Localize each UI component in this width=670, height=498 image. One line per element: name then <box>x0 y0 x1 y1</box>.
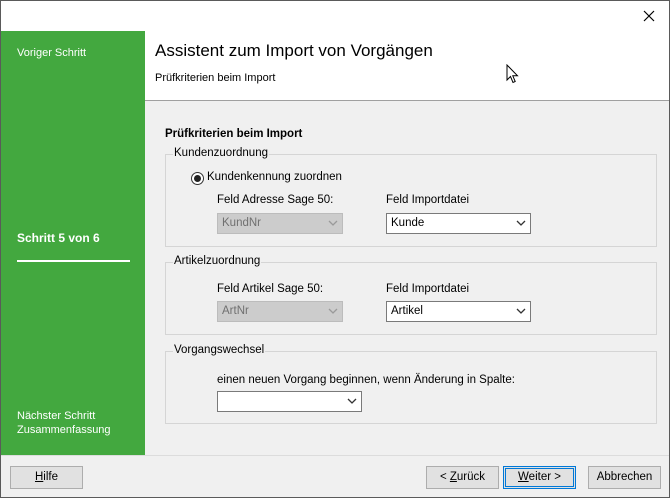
page-title: Assistent zum Import von Vorgängen <box>155 41 433 60</box>
next-accel: W <box>518 471 529 483</box>
chevron-down-icon <box>516 308 526 314</box>
transaction-change-group: Vorgangswechsel einen neuen Vorgang begi… <box>165 344 657 424</box>
customer-group-label: Kundenzuordnung <box>173 147 269 159</box>
article-import-field-value: Artikel <box>391 305 423 317</box>
page-subtitle: Prüfkriterien beim Import <box>155 72 276 84</box>
customer-id-radio[interactable] <box>191 172 204 185</box>
chevron-down-icon <box>516 220 526 226</box>
article-import-field-label: Feld Importdatei <box>386 283 470 295</box>
step-indicator: Schritt 5 von 6 <box>17 231 100 245</box>
change-column-description: einen neuen Vorgang beginnen, wenn Änder… <box>217 374 515 386</box>
back-prefix: < <box>439 471 450 483</box>
section-title: Prüfkriterien beim Import <box>165 128 303 140</box>
wizard-sidebar: Voriger Schritt Schritt 5 von 6 Nächster… <box>1 31 145 455</box>
mouse-cursor-icon <box>506 64 519 84</box>
article-sage-field-label: Feld Artikel Sage 50: <box>217 283 324 295</box>
customer-sage-field-select: KundNr <box>217 213 343 234</box>
customer-import-field-label: Feld Importdatei <box>386 194 470 206</box>
customer-id-radio-label[interactable]: Kundenkennung zuordnen <box>207 171 342 183</box>
cancel-button[interactable]: Abbrechen <box>588 466 661 489</box>
article-group-label: Artikelzuordnung <box>173 255 262 267</box>
change-column-select[interactable] <box>217 391 362 412</box>
previous-step-label: Voriger Schritt <box>17 47 87 59</box>
back-accel: Z <box>449 471 457 483</box>
title-bar <box>1 1 669 31</box>
step-divider <box>17 260 130 262</box>
next-step-info: Nächster Schritt Zusammenfassung <box>17 409 111 437</box>
help-label: ilfe <box>43 471 58 483</box>
back-label: urück <box>456 471 486 483</box>
customer-sage-field-label: Feld Adresse Sage 50: <box>217 194 334 206</box>
customer-sage-field-value: KundNr <box>222 217 261 229</box>
article-assignment-group: Artikelzuordnung Feld Artikel Sage 50: F… <box>165 255 657 335</box>
next-step-value: Zusammenfassung <box>17 424 111 436</box>
wizard-content: Prüfkriterien beim Import Kundenzuordnun… <box>145 102 669 455</box>
next-button[interactable]: Weiter > <box>503 466 576 489</box>
radio-selected-dot <box>194 175 201 182</box>
customer-assignment-group: Kundenzuordnung Kundenkennung zuordnen F… <box>165 147 657 247</box>
close-icon[interactable] <box>641 8 657 24</box>
back-button[interactable]: < Zurück <box>426 466 499 489</box>
wizard-header: Assistent zum Import von Vorgängen Prüfk… <box>145 31 669 101</box>
chevron-down-icon <box>347 398 357 404</box>
wizard-footer: Hilfe < Zurück Weiter > Abbrechen <box>1 455 669 497</box>
article-import-field-select[interactable]: Artikel <box>386 301 531 322</box>
chevron-down-icon <box>328 308 338 314</box>
customer-import-field-select[interactable]: Kunde <box>386 213 531 234</box>
change-group-label: Vorgangswechsel <box>173 344 266 356</box>
customer-import-field-value: Kunde <box>391 217 425 229</box>
article-sage-field-select: ArtNr <box>217 301 343 322</box>
help-button[interactable]: Hilfe <box>10 466 83 489</box>
chevron-down-icon <box>328 220 338 226</box>
next-label: eiter > <box>528 471 561 483</box>
article-sage-field-value: ArtNr <box>222 305 249 317</box>
next-step-label: Nächster Schritt <box>17 410 96 422</box>
wizard-window: Voriger Schritt Schritt 5 von 6 Nächster… <box>0 0 670 498</box>
